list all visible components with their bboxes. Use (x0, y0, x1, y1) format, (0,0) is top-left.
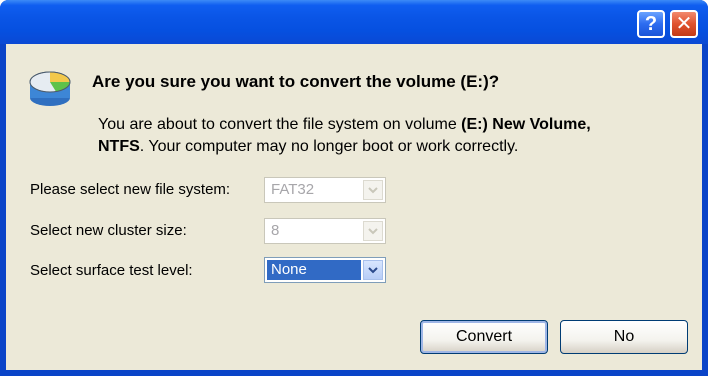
window-bottom-border (0, 370, 708, 376)
description-text-2: . Your computer may no longer boot or wo… (139, 138, 519, 155)
close-button[interactable]: ✕ (670, 10, 698, 38)
surface-test-label: Select surface test level: (30, 262, 193, 279)
title-bar[interactable]: ? ✕ (0, 0, 708, 44)
surface-test-value: None (271, 261, 307, 278)
disk-icon (29, 71, 71, 106)
cluster-size-select[interactable]: 8 (264, 218, 386, 244)
dialog-heading: Are you sure you want to convert the vol… (92, 72, 500, 91)
dialog-window: ? ✕ Are you sure you want to convert the… (0, 0, 708, 376)
file-system-select[interactable]: FAT32 (264, 177, 386, 203)
cluster-size-label: Select new cluster size: (30, 222, 187, 239)
file-system-value: FAT32 (271, 181, 315, 198)
chevron-down-icon[interactable] (363, 260, 383, 280)
description-volume: (E:) New Volume, (461, 116, 591, 133)
description-text-1: You are about to convert the file system… (98, 116, 462, 133)
description-filesystem: NTFS (98, 138, 140, 155)
no-button[interactable]: No (560, 320, 688, 354)
convert-button[interactable]: Convert (420, 320, 548, 354)
dialog-body: Are you sure you want to convert the vol… (6, 44, 702, 370)
file-system-label: Please select new file system: (30, 181, 231, 198)
chevron-down-icon[interactable] (363, 180, 383, 200)
help-button[interactable]: ? (637, 10, 665, 38)
dialog-description: You are about to convert the file system… (98, 114, 678, 158)
cluster-size-value: 8 (271, 222, 280, 239)
surface-test-select[interactable]: None (264, 257, 386, 283)
chevron-down-icon[interactable] (363, 221, 383, 241)
